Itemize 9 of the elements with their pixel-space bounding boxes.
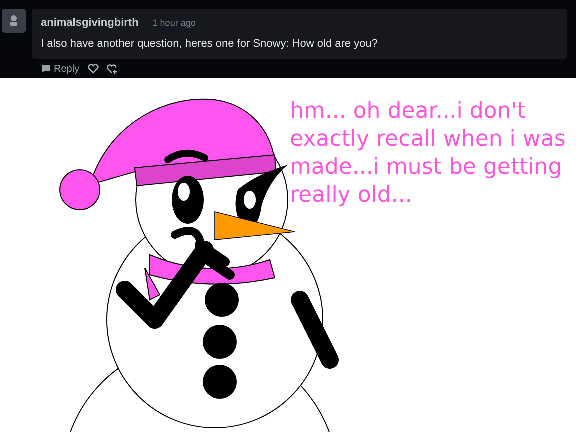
reply-button[interactable]: Reply xyxy=(41,62,80,76)
comment-author[interactable]: animalsgivingbirth xyxy=(41,15,139,32)
comment-time: 1 hour ago xyxy=(152,17,196,30)
person-icon xyxy=(9,15,19,27)
comment-text: I also have another question, heres one for Snowy: How old are you? xyxy=(41,36,379,52)
heart-icon[interactable] xyxy=(88,64,99,74)
speech-text: hm... oh dear...i don't exactly recall when i was made...i must be getting really old... xyxy=(290,98,567,210)
heart-plus-icon[interactable] xyxy=(106,64,119,74)
speech-bubble-icon xyxy=(41,64,51,74)
